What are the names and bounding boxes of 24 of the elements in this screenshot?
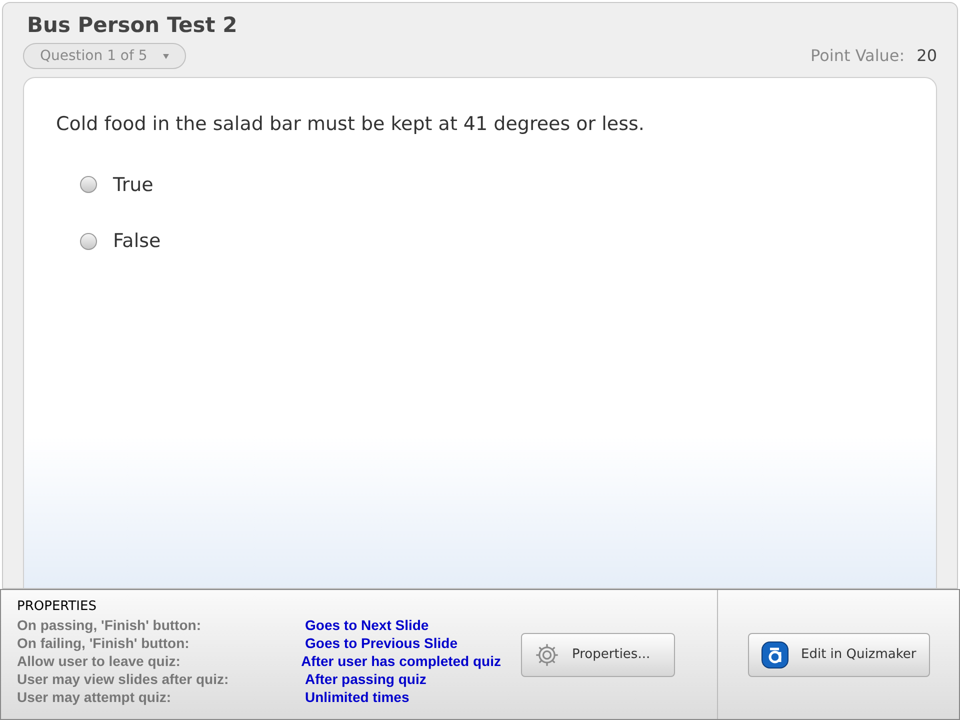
property-label: On failing, 'Finish' button: [17,634,190,652]
property-value: Goes to Next Slide [305,616,429,634]
property-label: On passing, 'Finish' button: [17,616,202,634]
property-value: After user has completed quiz [301,652,501,670]
letter-a-logo-icon [761,640,789,668]
option-label: True [113,172,154,198]
properties-button[interactable]: Properties... [521,632,675,676]
radio-button[interactable] [80,176,97,194]
point-value: 20 [916,45,937,67]
option-label: False [113,229,161,254]
radio-button[interactable] [80,232,97,250]
property-value: Goes to Previous Slide [305,634,458,652]
property-label: User may view slides after quiz: [17,670,230,688]
question-text: Cold food in the salad bar must be kept at 41 degrees or less. [56,112,646,137]
quiz-title: Bus Person Test 2 [26,12,238,39]
point-value-label: Point Value: [810,45,905,67]
properties-heading: PROPERTIES [17,598,98,616]
property-label: Allow user to leave quiz: [17,652,182,670]
property-label: User may attempt quiz: [17,688,172,706]
property-value: Unlimited times [305,688,410,706]
property-value: After passing quiz [305,670,426,688]
caret-icon [163,54,170,58]
gear-icon [534,642,560,668]
edit-in-quizmaker-button[interactable]: Edit in Quizmaker [748,632,930,676]
